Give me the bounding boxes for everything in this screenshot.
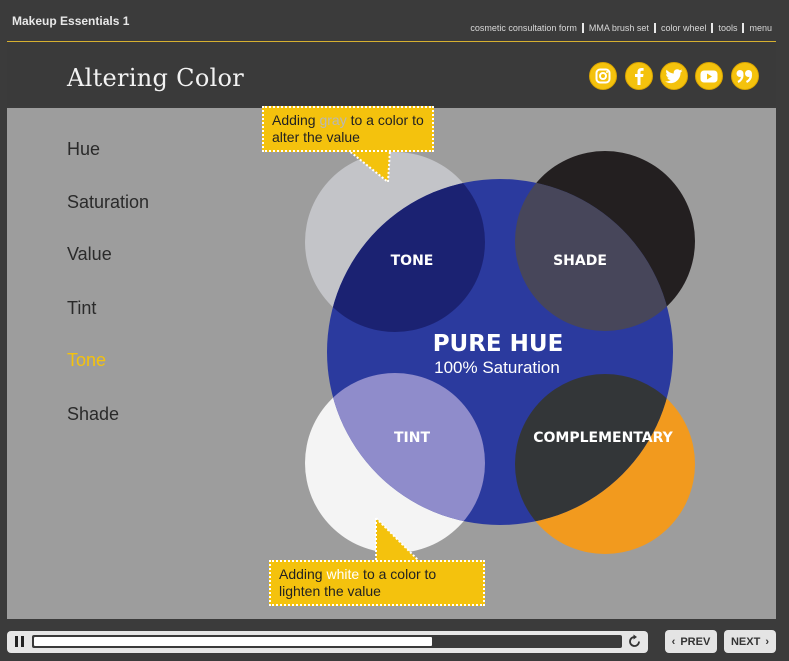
callout-gray-highlight: gray <box>319 112 347 128</box>
callout-gray: Adding gray to a color to alter the valu… <box>262 106 434 152</box>
saturation-label: 100% Saturation <box>434 358 560 377</box>
top-nav: cosmetic consultation form MMA brush set… <box>470 23 772 33</box>
shade-label: SHADE <box>553 253 607 269</box>
nav-separator <box>653 23 656 33</box>
instagram-icon[interactable] <box>589 62 617 90</box>
next-label: NEXT <box>730 635 761 648</box>
replay-icon[interactable] <box>627 634 642 649</box>
nav-mma-brush-set[interactable]: MMA brush set <box>589 23 649 33</box>
menu-item-value[interactable]: Value <box>67 244 112 265</box>
twitter-icon[interactable] <box>660 62 688 90</box>
prev-button[interactable]: ‹ PREV <box>665 630 717 653</box>
callout-white-text: Adding <box>279 566 327 582</box>
chevron-right-icon: › <box>765 635 769 648</box>
nav-separator <box>742 23 745 33</box>
callout-gray-text: Adding <box>272 112 320 128</box>
youtube-icon[interactable] <box>695 62 723 90</box>
callout-white: Adding white to a color to lighten the v… <box>269 560 485 606</box>
course-title: Makeup Essentials 1 <box>12 14 130 28</box>
tone-label: TONE <box>391 253 434 269</box>
tint-label: TINT <box>394 430 430 446</box>
menu-item-shade[interactable]: Shade <box>67 404 119 425</box>
pause-button[interactable] <box>11 635 29 649</box>
nav-menu[interactable]: menu <box>749 23 772 33</box>
nav-separator <box>581 23 584 33</box>
menu-item-tone[interactable]: Tone <box>67 350 106 371</box>
next-button[interactable]: NEXT › <box>724 630 776 653</box>
menu-item-saturation[interactable]: Saturation <box>67 192 149 213</box>
pure-hue-label: PURE HUE <box>433 331 564 357</box>
pause-icon <box>21 636 24 647</box>
complementary-label: COMPLEMENTARY <box>533 430 673 446</box>
nav-separator <box>711 23 714 33</box>
chevron-left-icon: ‹ <box>671 635 676 648</box>
pause-icon <box>15 636 18 647</box>
prev-label: PREV <box>680 635 711 648</box>
progress-fill <box>34 637 432 646</box>
nav-tools[interactable]: tools <box>718 23 737 33</box>
nav-cosmetic-consultation-form[interactable]: cosmetic consultation form <box>470 23 577 33</box>
callout-white-highlight: white <box>326 566 360 582</box>
menu-item-tint[interactable]: Tint <box>67 298 96 319</box>
page-title: Altering Color <box>67 64 245 92</box>
quote-icon[interactable] <box>731 62 759 90</box>
header-divider <box>7 41 776 42</box>
menu-item-hue[interactable]: Hue <box>67 139 100 160</box>
facebook-icon[interactable] <box>625 62 653 90</box>
nav-color-wheel[interactable]: color wheel <box>661 23 707 33</box>
